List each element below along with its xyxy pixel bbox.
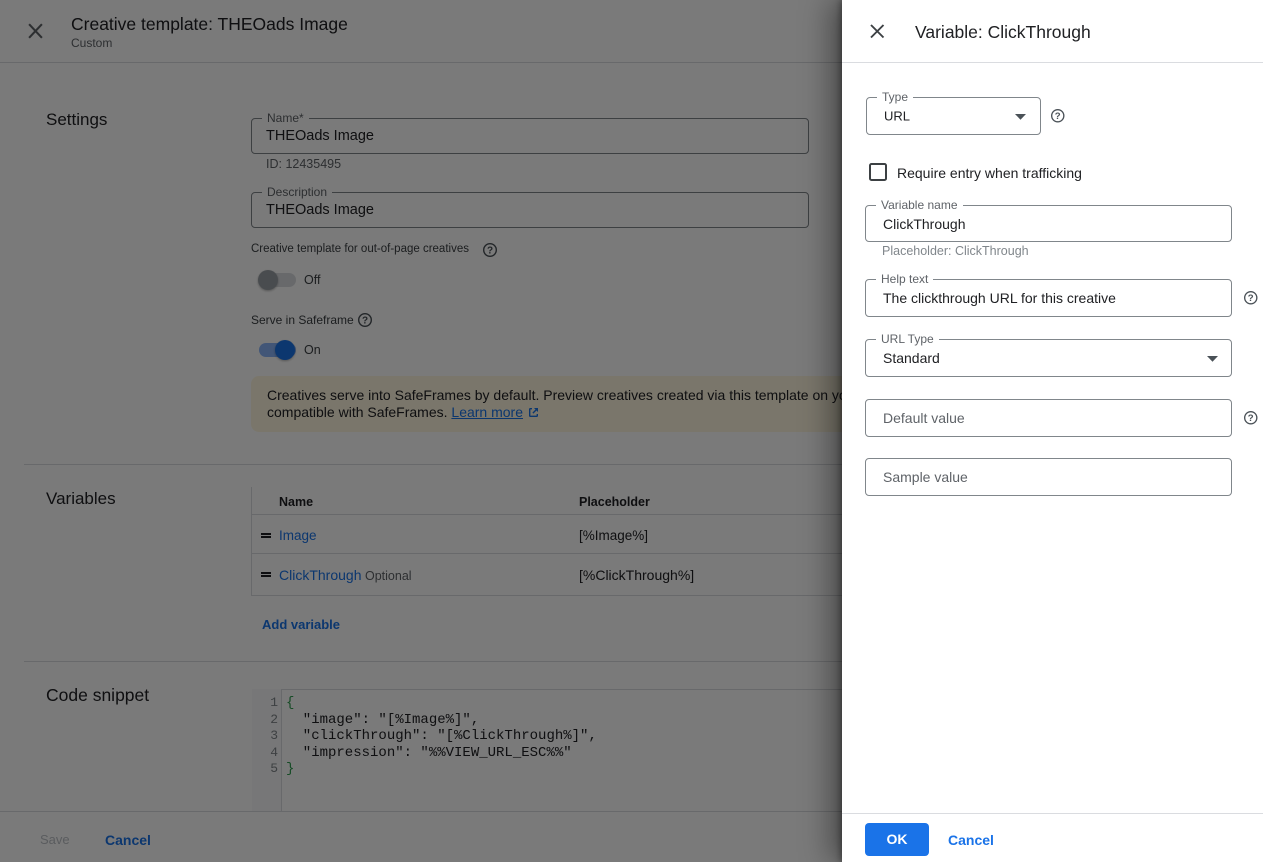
svg-text:?: ? [1248,413,1254,424]
svg-text:?: ? [1248,293,1254,304]
svg-text:?: ? [1055,111,1061,122]
